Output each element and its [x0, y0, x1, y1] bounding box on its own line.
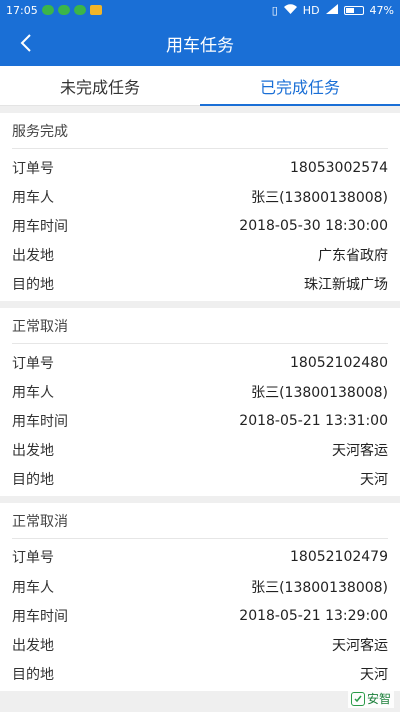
user-row: 用车人 张三(13800138008) [12, 377, 388, 406]
time-label: 用车时间 [12, 608, 68, 625]
battery-level: 47% [369, 3, 394, 17]
battery-icon [343, 5, 364, 15]
origin-value: 广东省政府 [318, 248, 388, 265]
order-no-label: 订单号 [12, 160, 54, 177]
order-card[interactable]: 正常取消 订单号 18052102479 用车人 张三(13800138008) 用… [0, 502, 400, 691]
user-label: 用车人 [12, 384, 54, 401]
watermark-text: 安智 [366, 692, 391, 706]
status-bar-right: ▯ HD 47% [271, 3, 394, 17]
time-label: 用车时间 [12, 218, 68, 235]
wechat-notification-icon [73, 5, 86, 15]
destination-row: 目的地 珠江新城广场 [12, 270, 388, 299]
order-card[interactable]: 服务完成 订单号 18053002574 用车人 张三(13800138008) 用… [0, 113, 400, 301]
vibrate-icon: ▯ [271, 3, 278, 17]
order-list: 服务完成 订单号 18053002574 用车人 张三(13800138008) 用… [0, 106, 400, 691]
order-no-row: 订单号 18052102480 [12, 348, 388, 377]
tab-finished-tasks[interactable]: 已完成任务 [200, 66, 400, 106]
destination-label: 目的地 [12, 472, 54, 489]
origin-row: 出发地 天河客运 [12, 436, 388, 465]
order-no-value: 18053002574 [290, 159, 388, 176]
destination-value: 珠江新城广场 [304, 277, 388, 294]
order-no-value: 18052102479 [290, 549, 388, 566]
destination-row: 目的地 天河 [12, 660, 388, 689]
order-status: 正常取消 [12, 503, 388, 539]
time-row: 用车时间 2018-05-21 13:29:00 [12, 601, 388, 630]
signal-icon [325, 3, 338, 17]
destination-label: 目的地 [12, 277, 54, 294]
origin-label: 出发地 [12, 248, 54, 265]
destination-label: 目的地 [12, 667, 54, 684]
tab-unfinished-tasks[interactable]: 未完成任务 [0, 66, 200, 105]
origin-value: 天河客运 [332, 443, 388, 460]
app-notification-icon [89, 5, 102, 15]
order-no-row: 订单号 18052102479 [12, 543, 388, 572]
origin-row: 出发地 广东省政府 [12, 241, 388, 270]
destination-value: 天河 [360, 472, 388, 489]
origin-row: 出发地 天河客运 [12, 630, 388, 659]
origin-label: 出发地 [12, 638, 54, 655]
user-row: 用车人 张三(13800138008) [12, 572, 388, 601]
user-label: 用车人 [12, 579, 54, 596]
user-label: 用车人 [12, 189, 54, 206]
order-no-label: 订单号 [12, 355, 54, 372]
wifi-icon [283, 3, 297, 17]
order-status: 正常取消 [12, 308, 388, 344]
task-tabs: 未完成任务 已完成任务 [0, 66, 400, 106]
order-card[interactable]: 正常取消 订单号 18052102480 用车人 张三(13800138008) 用… [0, 307, 400, 496]
page-title: 用车任务 [166, 35, 234, 56]
status-time: 17:05 [6, 3, 38, 17]
user-value: 张三(13800138008) [251, 189, 388, 206]
top-bar: 用车任务 [0, 20, 400, 66]
anzhi-logo-icon [350, 691, 365, 706]
order-status: 服务完成 [12, 113, 388, 149]
origin-label: 出发地 [12, 443, 54, 460]
status-bar-left: 17:05 [6, 4, 102, 17]
wechat-notification-icon [41, 5, 54, 15]
back-arrow-icon [20, 34, 31, 52]
order-no-row: 订单号 18053002574 [12, 153, 388, 182]
status-bar: 17:05 ▯ HD 47% [0, 0, 400, 20]
destination-row: 目的地 天河 [12, 465, 388, 494]
time-value: 2018-05-21 13:29:00 [239, 607, 388, 624]
network-type: HD [302, 3, 320, 17]
time-label: 用车时间 [12, 413, 68, 430]
time-row: 用车时间 2018-05-30 18:30:00 [12, 211, 388, 240]
time-value: 2018-05-21 13:31:00 [239, 412, 388, 429]
origin-value: 天河客运 [332, 638, 388, 655]
back-button[interactable] [8, 20, 44, 66]
user-value: 张三(13800138008) [251, 384, 388, 401]
user-value: 张三(13800138008) [251, 579, 388, 596]
time-row: 用车时间 2018-05-21 13:31:00 [12, 406, 388, 435]
watermark: 安智 [347, 689, 394, 708]
wechat-notification-icon [57, 5, 70, 15]
order-no-value: 18052102480 [290, 354, 388, 371]
user-row: 用车人 张三(13800138008) [12, 182, 388, 211]
order-no-label: 订单号 [12, 550, 54, 567]
time-value: 2018-05-30 18:30:00 [239, 217, 388, 234]
destination-value: 天河 [360, 667, 388, 684]
